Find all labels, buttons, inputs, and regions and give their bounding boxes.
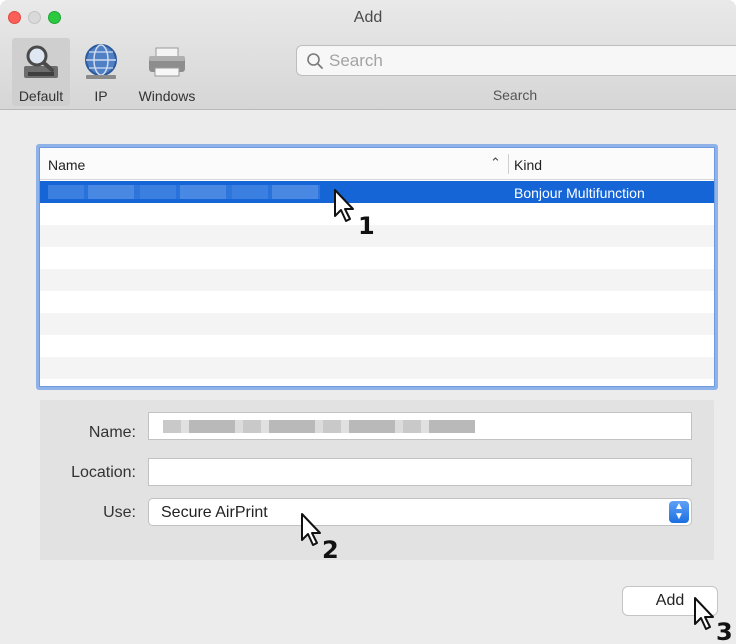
step-number: 1 <box>358 212 375 240</box>
printer-name-redacted <box>48 185 320 199</box>
list-row <box>40 269 714 291</box>
magnifier-printer-icon <box>24 45 58 78</box>
toolbar-windows-button[interactable]: Windows <box>130 38 204 106</box>
printer-icon <box>149 47 185 77</box>
name-value-redacted <box>163 420 475 433</box>
list-row <box>40 313 714 335</box>
toolbar-default-button[interactable]: Default <box>12 38 70 106</box>
mouse-pointer-icon <box>334 189 354 222</box>
list-row <box>40 225 714 247</box>
step-number: 2 <box>322 536 339 564</box>
toolbar-ip-button[interactable]: IP <box>76 38 126 106</box>
add-printer-window: Add Default IP Windows Search Search Nam… <box>0 0 736 644</box>
list-row <box>40 291 714 313</box>
search-label: Search <box>492 87 538 103</box>
list-row <box>40 335 714 357</box>
location-field[interactable] <box>148 458 692 486</box>
printer-list[interactable]: Name ⌃ Kind Bonjour Multifunction <box>36 144 718 390</box>
toolbar-default-label: Default <box>18 88 64 104</box>
toolbar-windows-label: Windows <box>138 88 196 104</box>
list-row <box>40 247 714 269</box>
list-rows: Bonjour Multifunction <box>40 181 714 379</box>
column-header-name[interactable]: Name <box>48 157 85 173</box>
list-header: Name ⌃ Kind <box>40 148 714 180</box>
toolbar: Add Default IP Windows Search Search <box>0 0 736 110</box>
column-divider[interactable] <box>508 154 509 174</box>
globe-icon <box>85 44 117 79</box>
sort-ascending-icon[interactable]: ⌃ <box>490 155 501 171</box>
window-title: Add <box>353 9 383 26</box>
name-field[interactable] <box>148 412 692 440</box>
use-select-value: Secure AirPrint <box>161 504 268 521</box>
step-number: 3 <box>716 618 733 644</box>
column-header-kind[interactable]: Kind <box>514 157 542 173</box>
use-label: Use: <box>103 504 136 521</box>
list-row <box>40 203 714 225</box>
search-field[interactable] <box>296 45 736 76</box>
name-label: Name: <box>88 424 136 441</box>
printer-details: Name: Location: Use: Secure AirPrint ▲ ▼ <box>40 400 714 560</box>
list-row <box>40 357 714 379</box>
printer-kind: Bonjour Multifunction <box>514 185 645 201</box>
toolbar-ip-label: IP <box>94 88 108 104</box>
use-select[interactable]: Secure AirPrint ▲ ▼ <box>148 498 692 526</box>
location-label: Location: <box>71 464 136 481</box>
list-row-selected[interactable]: Bonjour Multifunction <box>40 181 714 203</box>
search-icon <box>307 53 323 69</box>
select-chevron-icon[interactable]: ▲ ▼ <box>669 501 689 523</box>
search-input[interactable] <box>329 50 709 72</box>
